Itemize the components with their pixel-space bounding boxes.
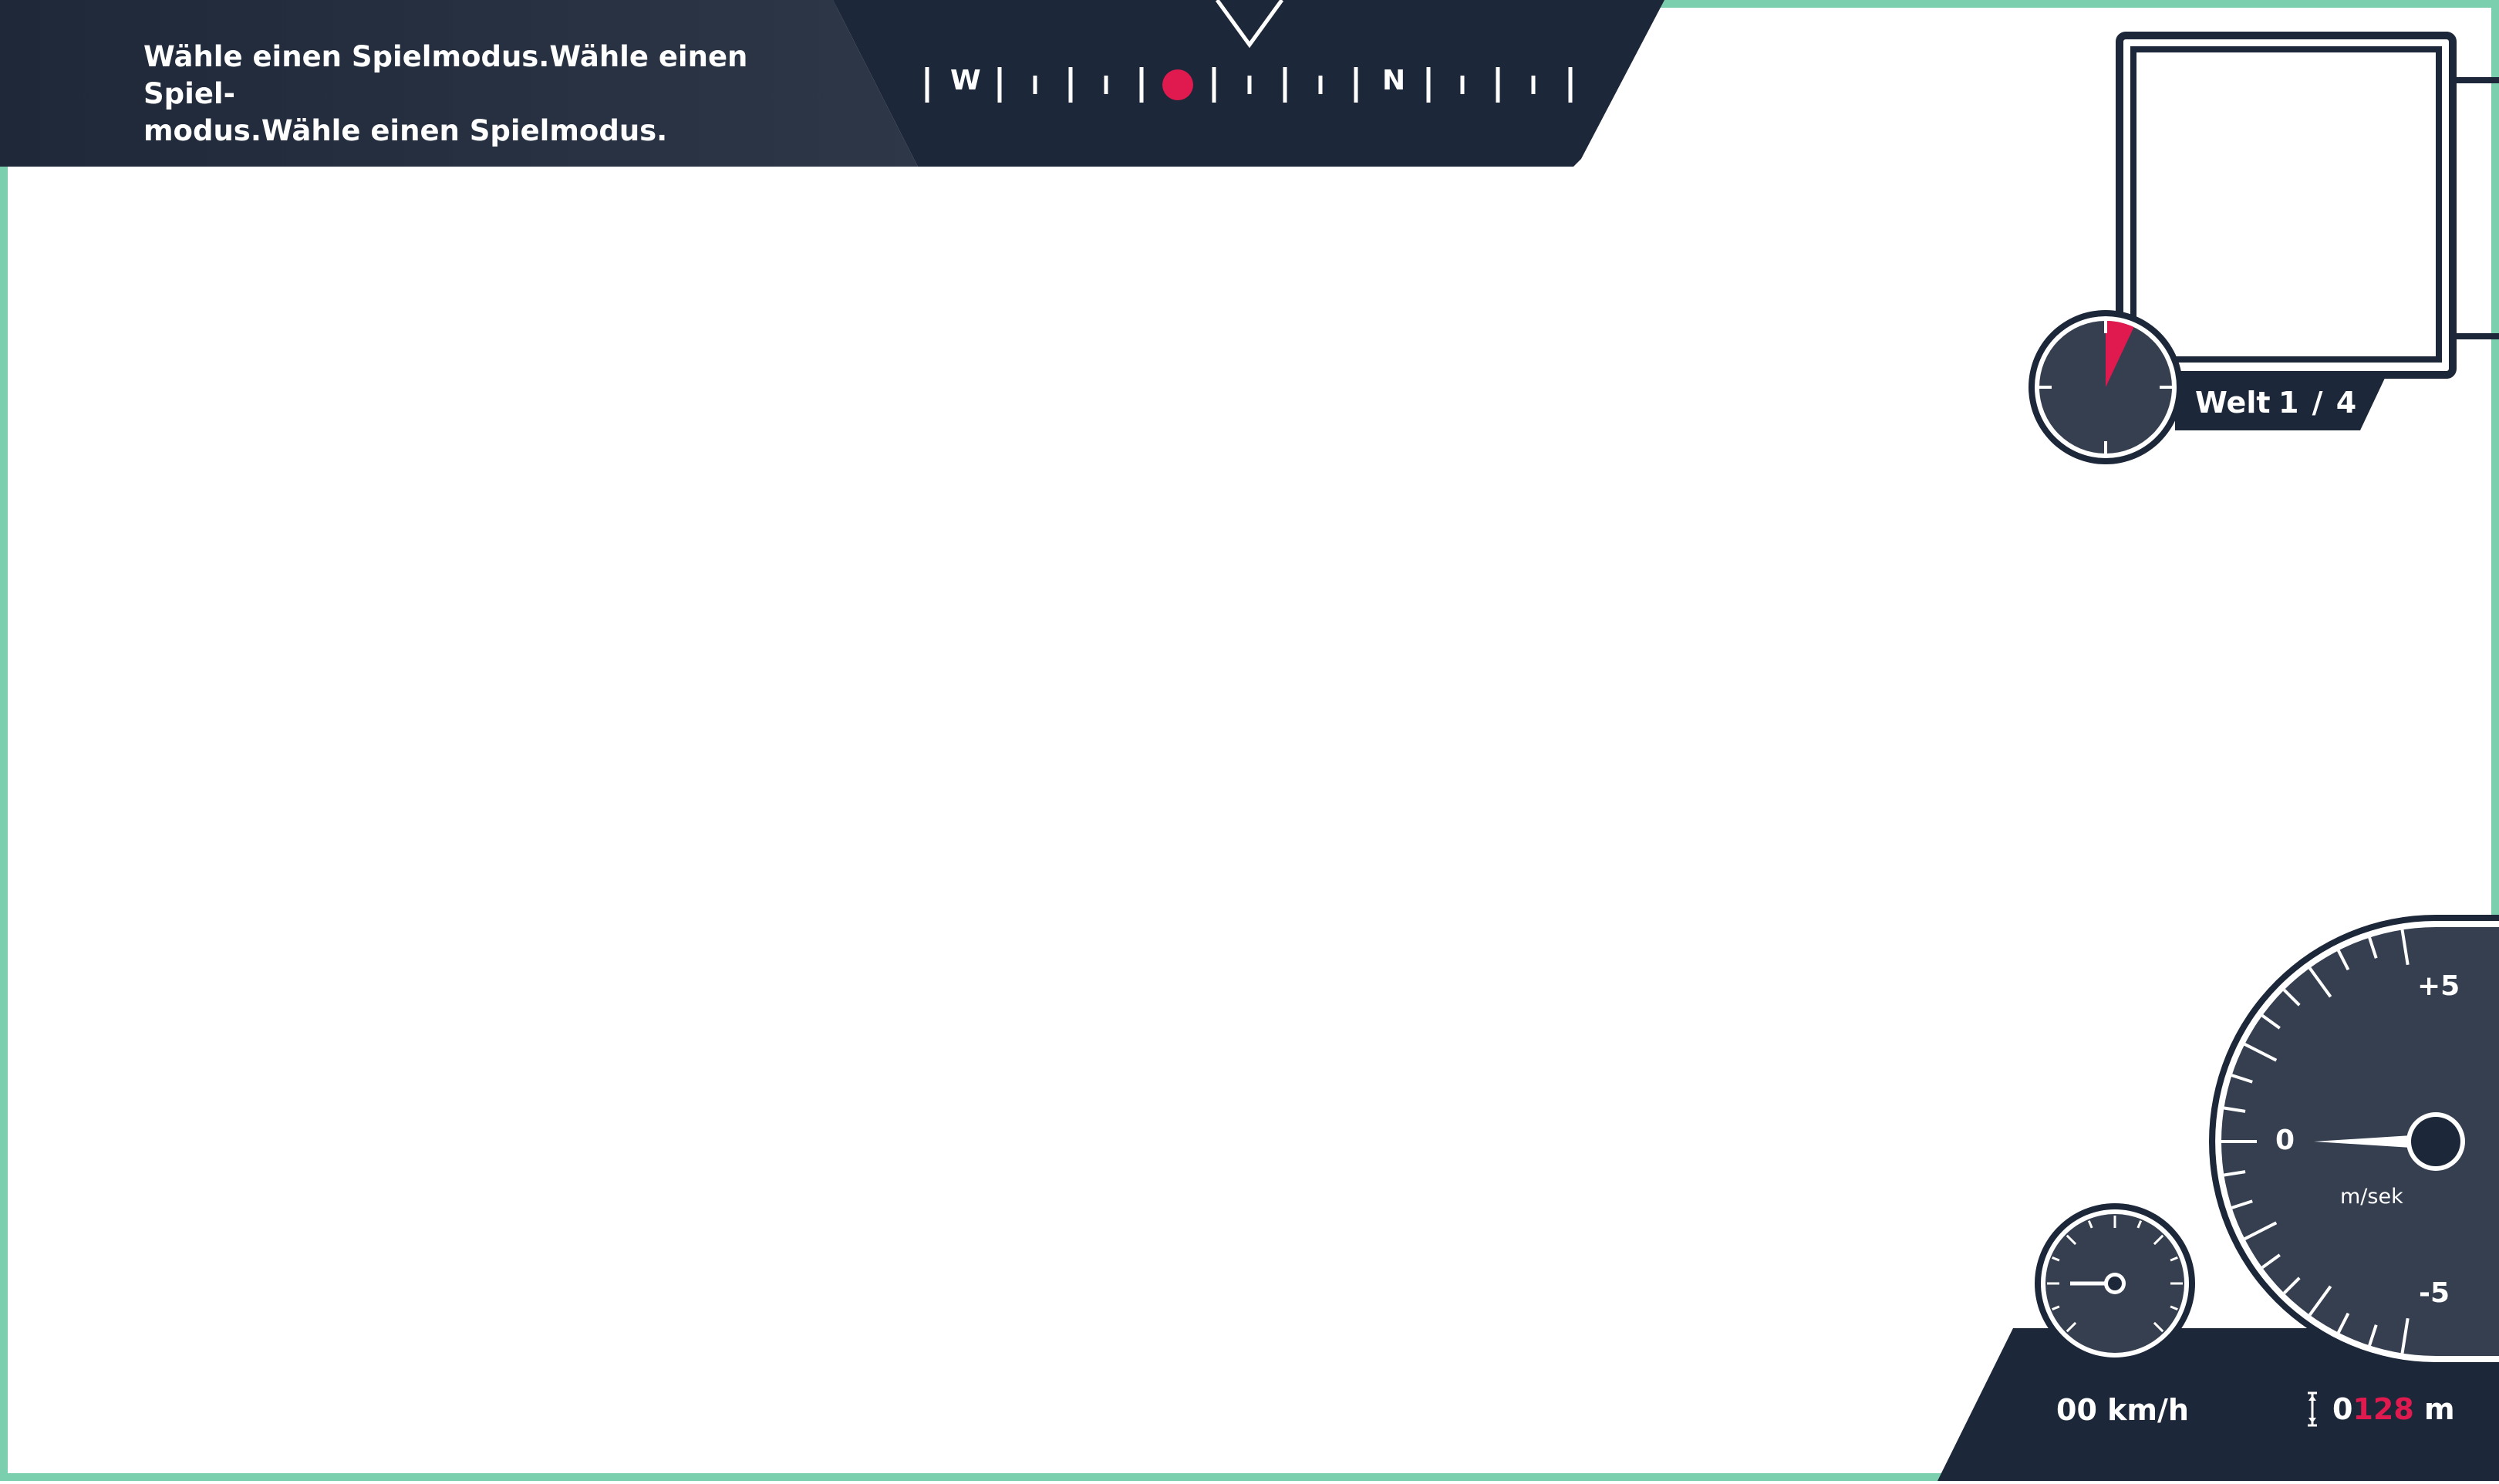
top-hud-bar: Wähle einen Spielmodus.Wähle einen Spiel… [0, 0, 1674, 167]
altitude-prefix: 0 [2332, 1392, 2353, 1426]
compass-strip [925, 67, 1573, 103]
timer-gauge [2029, 310, 2183, 464]
compass-west-label: W [950, 65, 981, 96]
altitude-value: 128 [2352, 1392, 2414, 1426]
vario-plus-label: +5 [2417, 970, 2460, 1002]
compass-north-label: N [1382, 65, 1406, 96]
vario-minus-label: -5 [2419, 1277, 2450, 1309]
altitude-unit: m [2424, 1392, 2455, 1426]
world-label: Welt [2195, 386, 2271, 420]
vario-unit-label: m/sek [2340, 1185, 2403, 1209]
altitude-readout: 0128 m [2306, 1390, 2455, 1428]
compass-target-marker [1162, 69, 1193, 100]
speed-readout: 00 km/h [2056, 1393, 2189, 1427]
speed-gauge [2035, 1203, 2195, 1364]
altitude-icon [2308, 1391, 2317, 1427]
world-counter: 1 / 4 [2278, 386, 2359, 420]
vario-zero-label: 0 [2275, 1125, 2295, 1156]
